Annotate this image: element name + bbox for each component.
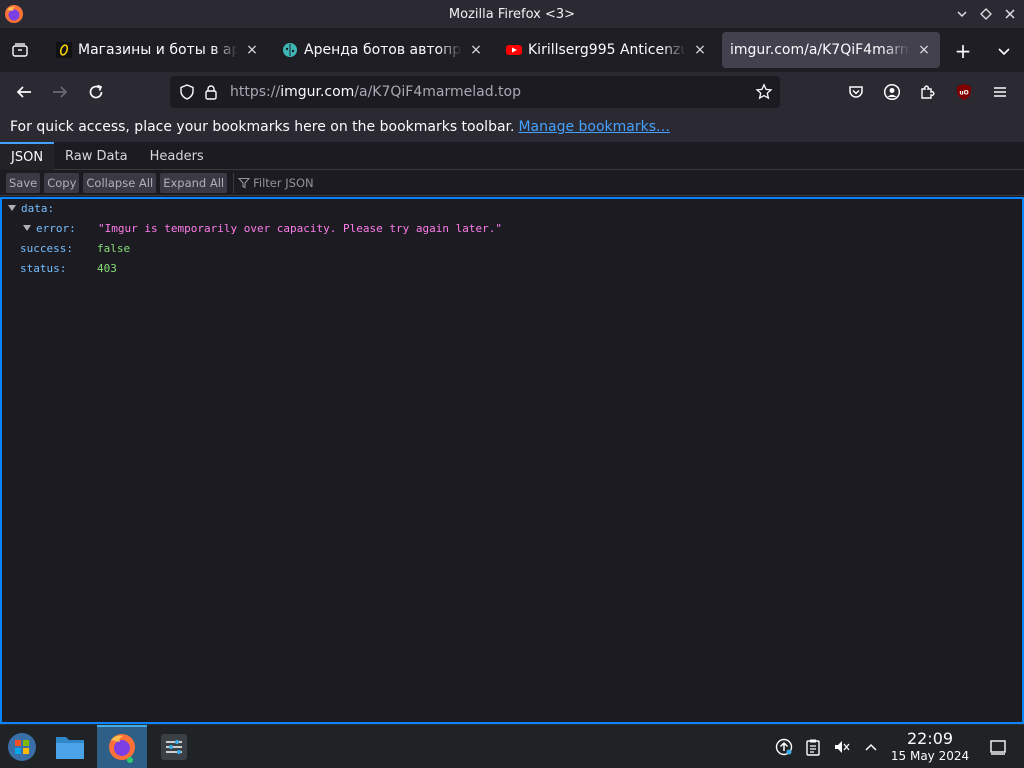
extensions-puzzle-icon[interactable]: [916, 80, 940, 104]
system-settings-button[interactable]: [154, 725, 194, 768]
file-manager-button[interactable]: [50, 725, 90, 768]
filter-json-input[interactable]: Filter JSON: [233, 173, 314, 193]
folder-icon: [56, 737, 84, 759]
url-path: /a/K7QiF4marmelad.top: [354, 84, 521, 100]
expand-all-button[interactable]: Expand All: [160, 173, 228, 193]
json-key: success:: [20, 241, 73, 255]
settings-sliders-icon: [161, 734, 187, 760]
json-string-value: "Imgur is temporarily over capacity. Ple…: [98, 221, 502, 235]
json-key: data:: [21, 201, 55, 215]
tab-bot-rental[interactable]: Аренда ботов автопрод ×: [274, 32, 492, 68]
json-key: error:: [36, 221, 76, 235]
tab-stores-bots[interactable]: Магазины и боты в аре ×: [48, 32, 268, 68]
tab-json[interactable]: JSON: [0, 142, 55, 170]
url-bar[interactable]: https://imgur.com/a/K7QiF4marmelad.top: [170, 76, 780, 108]
copy-button[interactable]: Copy: [44, 173, 80, 193]
tree-row-status[interactable]: status: 403: [20, 258, 117, 278]
clock-date: 15 May 2024: [890, 749, 970, 763]
close-tab-icon[interactable]: ×: [468, 42, 484, 58]
shield-icon[interactable]: [178, 83, 196, 101]
firefox-logo-icon: [4, 4, 24, 24]
reload-icon[interactable]: [84, 80, 108, 104]
url-host: imgur.com: [280, 84, 355, 100]
url-text[interactable]: https://imgur.com/a/K7QiF4marmelad.top: [230, 84, 521, 100]
json-toolbar: Save Copy Collapse All Expand All Filter…: [0, 171, 1024, 196]
tab-label: Kirillserg995 Anticenzura: [528, 42, 686, 58]
tab-raw-data[interactable]: Raw Data: [54, 142, 139, 170]
opera-logo-icon: [56, 42, 72, 58]
tree-row-error[interactable]: error: "Imgur is temporarily over capaci…: [23, 218, 502, 238]
chevron-up-icon[interactable]: [861, 737, 881, 757]
close-tab-icon[interactable]: ×: [916, 42, 932, 58]
forward-arrow-icon[interactable]: [48, 80, 72, 104]
hamburger-menu-icon[interactable]: [988, 80, 1012, 104]
minimize-button[interactable]: [952, 4, 972, 24]
youtube-icon: [506, 42, 522, 58]
expand-triangle-icon[interactable]: [23, 225, 31, 231]
window-title: Mozilla Firefox <3>: [448, 6, 576, 22]
json-tree-panel: data: error: "Imgur is temporarily over …: [0, 197, 1024, 724]
json-number-value: 403: [97, 261, 117, 275]
start-menu-button[interactable]: [2, 725, 42, 768]
tree-row-success[interactable]: success: false: [20, 238, 130, 258]
url-scheme: https://: [230, 84, 281, 100]
account-icon[interactable]: [880, 80, 904, 104]
tab-youtube[interactable]: Kirillserg995 Anticenzura ×: [498, 32, 716, 68]
filter-funnel-icon: [238, 177, 251, 189]
json-bool-value: false: [97, 241, 131, 255]
clipboard-icon[interactable]: [803, 737, 823, 757]
chevron-down-icon[interactable]: [993, 40, 1015, 62]
tab-label: Магазины и боты в аре: [78, 42, 238, 58]
bookmarks-message: For quick access, place your bookmarks h…: [10, 119, 515, 135]
pocket-icon[interactable]: [844, 80, 868, 104]
back-arrow-icon[interactable]: [12, 80, 36, 104]
tab-bar: Магазины и боты в аре × Аренда ботов авт…: [0, 28, 1024, 72]
clock[interactable]: 22:09 15 May 2024: [884, 729, 976, 763]
tab-label: Аренда ботов автопрод: [304, 42, 462, 58]
tab-overview-icon[interactable]: [8, 38, 32, 62]
clock-time: 22:09: [906, 729, 954, 748]
show-desktop-icon[interactable]: [988, 737, 1008, 757]
firefox-taskbar-button[interactable]: [97, 725, 147, 768]
brain-icon: [282, 42, 298, 58]
tree-row-data[interactable]: data:: [8, 198, 54, 218]
updates-icon[interactable]: [774, 737, 794, 757]
ublock-origin-icon[interactable]: uO: [952, 80, 976, 104]
expand-triangle-icon[interactable]: [8, 205, 16, 211]
tab-headers[interactable]: Headers: [139, 142, 215, 170]
lock-icon[interactable]: [202, 83, 220, 101]
firefox-logo-icon: [109, 734, 135, 763]
manage-bookmarks-link[interactable]: Manage bookmarks…: [518, 119, 670, 135]
volume-muted-icon[interactable]: [832, 737, 852, 757]
close-tab-icon[interactable]: ×: [244, 42, 260, 58]
svg-text:uO: uO: [959, 90, 968, 97]
title-bar: Mozilla Firefox <3>: [0, 0, 1024, 28]
collapse-all-button[interactable]: Collapse All: [83, 173, 157, 193]
tab-imgur[interactable]: imgur.com/a/K7QiF4marmelad.top ×: [722, 32, 940, 68]
close-window-button[interactable]: [1000, 4, 1020, 24]
json-key: status:: [20, 261, 67, 275]
bookmarks-toolbar: For quick access, place your bookmarks h…: [0, 112, 1024, 142]
tab-label: imgur.com/a/K7QiF4marmelad.top: [730, 42, 910, 58]
maximize-button[interactable]: [976, 4, 996, 24]
bookmark-star-icon[interactable]: [754, 82, 774, 102]
windows-logo-icon: [8, 733, 36, 761]
navigation-bar: https://imgur.com/a/K7QiF4marmelad.top u…: [0, 72, 1024, 112]
save-button[interactable]: Save: [6, 173, 41, 193]
taskbar: 22:09 15 May 2024: [0, 724, 1024, 768]
json-viewer-tabs: JSON Raw Data Headers: [0, 142, 1024, 170]
new-tab-button[interactable]: +: [952, 39, 974, 63]
filter-placeholder: Filter JSON: [253, 176, 314, 190]
close-tab-icon[interactable]: ×: [692, 42, 708, 58]
